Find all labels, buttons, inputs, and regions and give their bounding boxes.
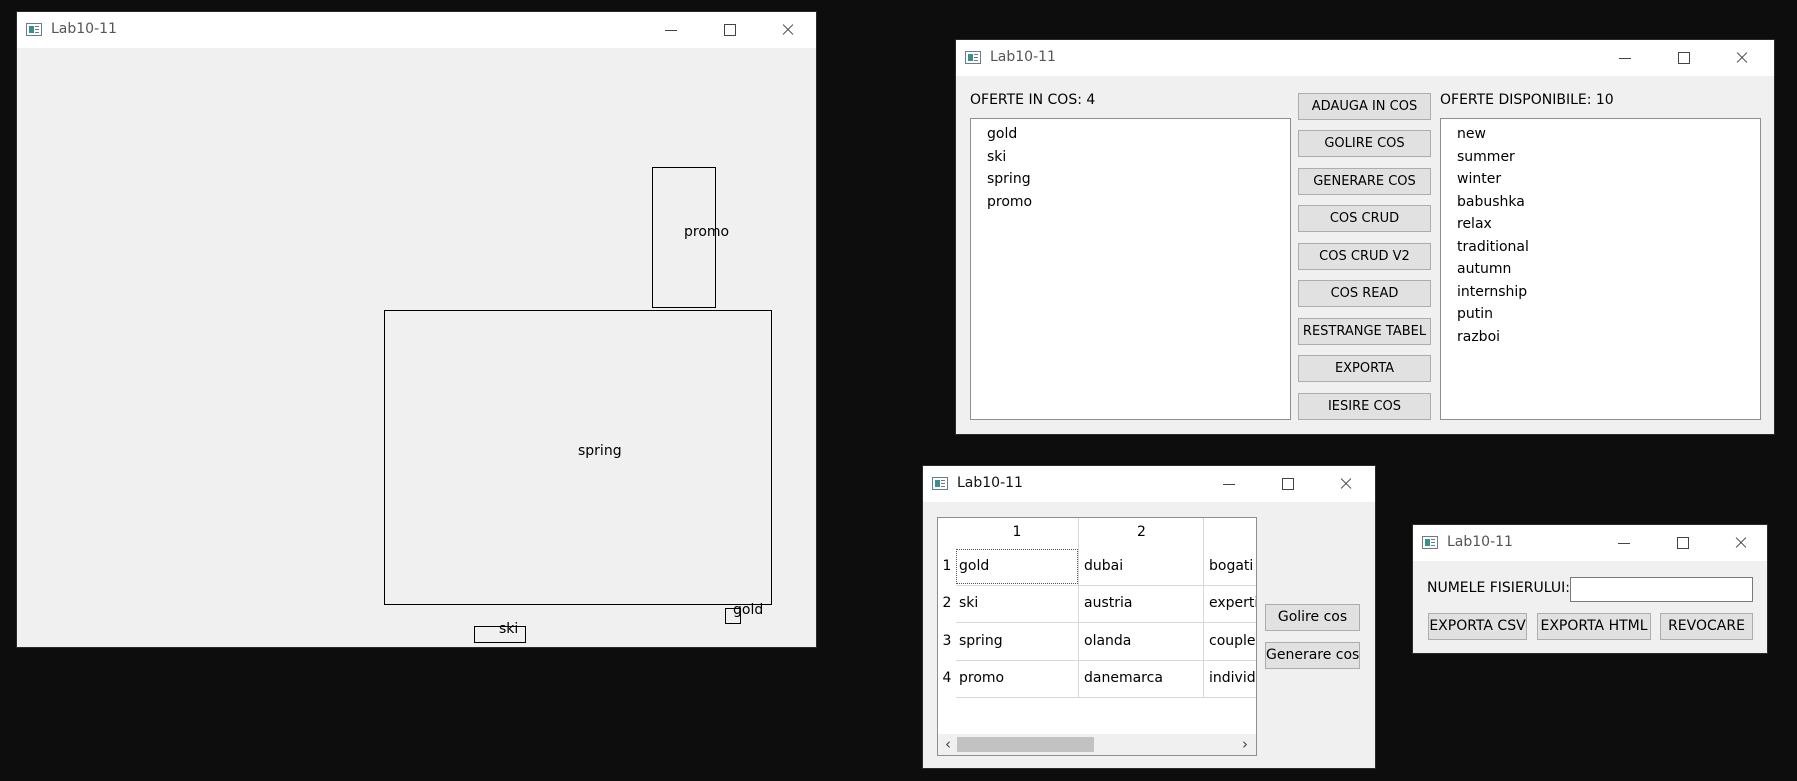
row-header[interactable]: 4 <box>938 670 956 686</box>
grid-line <box>956 697 1256 698</box>
cart-count-label: OFERTE IN COS: 4 <box>970 92 1096 108</box>
table-cell[interactable]: experti <box>1209 595 1256 611</box>
list-item[interactable]: new <box>1441 123 1760 146</box>
minimize-icon[interactable] <box>1221 476 1237 492</box>
minimize-icon[interactable] <box>663 22 679 38</box>
export-window: Lab10-11 NUMELE FISIERULUI: EXPORTA CSV … <box>1412 524 1768 654</box>
shape-label-ski: ski <box>499 621 519 637</box>
app-icon <box>932 477 948 490</box>
window-title: Lab10-11 <box>1447 534 1513 550</box>
row-header[interactable]: 2 <box>938 595 956 611</box>
column-header[interactable]: 1 <box>955 524 1079 540</box>
window-title: Lab10-11 <box>990 49 1056 65</box>
shape-label-promo: promo <box>684 224 730 240</box>
row-header[interactable]: 1 <box>938 558 956 574</box>
cart-read-button[interactable]: COS READ <box>1298 280 1431 307</box>
window-title: Lab10-11 <box>51 21 117 37</box>
main-window: Lab10-11 OFERTE IN COS: 4 gold ski sprin… <box>955 39 1775 435</box>
generate-cart-button[interactable]: GENERARE COS <box>1298 168 1431 195</box>
column-header[interactable]: 2 <box>1079 524 1204 540</box>
list-item[interactable]: internship <box>1441 281 1760 304</box>
title-bar[interactable]: Lab10-11 <box>956 40 1774 76</box>
table-window: Lab10-11 1 2 1 2 3 4 gold dubai bogati s… <box>922 465 1376 769</box>
maximize-icon[interactable] <box>1280 476 1296 492</box>
grid-line <box>956 660 1256 661</box>
export-csv-button[interactable]: EXPORTA CSV <box>1428 613 1527 640</box>
list-item[interactable]: ski <box>971 146 1290 169</box>
list-item[interactable]: putin <box>1441 303 1760 326</box>
title-bar[interactable]: Lab10-11 <box>1413 525 1767 561</box>
list-item[interactable]: babushka <box>1441 191 1760 214</box>
table-cell[interactable]: olanda <box>1084 633 1202 649</box>
table-cell[interactable]: individ <box>1209 670 1256 686</box>
window-title: Lab10-11 <box>957 475 1023 491</box>
close-icon[interactable] <box>1734 50 1750 66</box>
table-cell[interactable]: ski <box>959 595 1077 611</box>
list-item[interactable]: traditional <box>1441 236 1760 259</box>
cancel-button[interactable]: REVOCARE <box>1660 613 1753 640</box>
collapse-table-button[interactable]: RESTRANGE TABEL <box>1298 318 1431 345</box>
add-to-cart-button[interactable]: ADAUGA IN COS <box>1298 93 1431 120</box>
close-icon[interactable] <box>1338 476 1354 492</box>
cart-crud-button[interactable]: COS CRUD <box>1298 205 1431 232</box>
horizontal-scrollbar[interactable]: ‹ › <box>938 734 1256 755</box>
title-bar[interactable]: Lab10-11 <box>923 466 1375 502</box>
available-offers-list[interactable]: new summer winter babushka relax traditi… <box>1440 118 1761 420</box>
filename-label: NUMELE FISIERULUI: <box>1427 580 1570 596</box>
export-html-button[interactable]: EXPORTA HTML <box>1537 613 1651 640</box>
minimize-icon[interactable] <box>1616 535 1632 551</box>
table-cell[interactable]: dubai <box>1084 558 1202 574</box>
list-item[interactable]: promo <box>971 191 1290 214</box>
shape-label-gold: gold <box>733 602 764 618</box>
minimize-icon[interactable] <box>1617 50 1633 66</box>
table-cell[interactable]: spring <box>959 633 1077 649</box>
table-cell[interactable]: danemarca <box>1084 670 1202 686</box>
scrollbar-thumb[interactable] <box>957 737 1094 752</box>
table-cell[interactable]: austria <box>1084 595 1202 611</box>
exit-cart-button[interactable]: IESIRE COS <box>1298 393 1431 420</box>
table-cell[interactable]: gold <box>959 558 1077 574</box>
grid-line <box>956 622 1256 623</box>
title-bar[interactable]: Lab10-11 <box>17 12 816 48</box>
row-header[interactable]: 3 <box>938 633 956 649</box>
table-cell[interactable]: couple <box>1209 633 1256 649</box>
list-item[interactable]: spring <box>971 168 1290 191</box>
grid-line <box>1078 518 1079 698</box>
available-count-label: OFERTE DISPONIBILE: 10 <box>1440 92 1614 108</box>
maximize-icon[interactable] <box>722 22 738 38</box>
export-button[interactable]: EXPORTA <box>1298 355 1431 382</box>
app-icon <box>26 23 42 36</box>
close-icon[interactable] <box>780 22 796 38</box>
app-icon <box>965 51 981 64</box>
maximize-icon[interactable] <box>1675 535 1691 551</box>
scroll-right-icon[interactable]: › <box>1238 734 1252 755</box>
app-icon <box>1422 536 1438 549</box>
close-icon[interactable] <box>1733 535 1749 551</box>
scroll-left-icon[interactable]: ‹ <box>941 734 955 755</box>
empty-cart-button[interactable]: GOLIRE COS <box>1298 130 1431 157</box>
cart-list[interactable]: gold ski spring promo <box>970 118 1291 420</box>
generare-cos-button[interactable]: Generare cos <box>1265 642 1360 669</box>
table-cell[interactable]: bogati <box>1209 558 1256 574</box>
maximize-icon[interactable] <box>1676 50 1692 66</box>
list-item[interactable]: winter <box>1441 168 1760 191</box>
drawing-window: Lab10-11 promo spring gold ski <box>16 11 817 648</box>
list-item[interactable]: razboi <box>1441 326 1760 349</box>
golire-cos-button[interactable]: Golire cos <box>1265 604 1360 631</box>
filename-input[interactable] <box>1570 577 1753 602</box>
offers-table[interactable]: 1 2 1 2 3 4 gold dubai bogati ski austri… <box>937 517 1257 756</box>
table-cell[interactable]: promo <box>959 670 1077 686</box>
list-item[interactable]: autumn <box>1441 258 1760 281</box>
list-item[interactable]: relax <box>1441 213 1760 236</box>
grid-line <box>956 585 1256 586</box>
shape-label-spring: spring <box>578 443 622 459</box>
grid-line <box>1203 518 1204 698</box>
cart-crud-v2-button[interactable]: COS CRUD V2 <box>1298 243 1431 270</box>
list-item[interactable]: summer <box>1441 146 1760 169</box>
list-item[interactable]: gold <box>971 123 1290 146</box>
